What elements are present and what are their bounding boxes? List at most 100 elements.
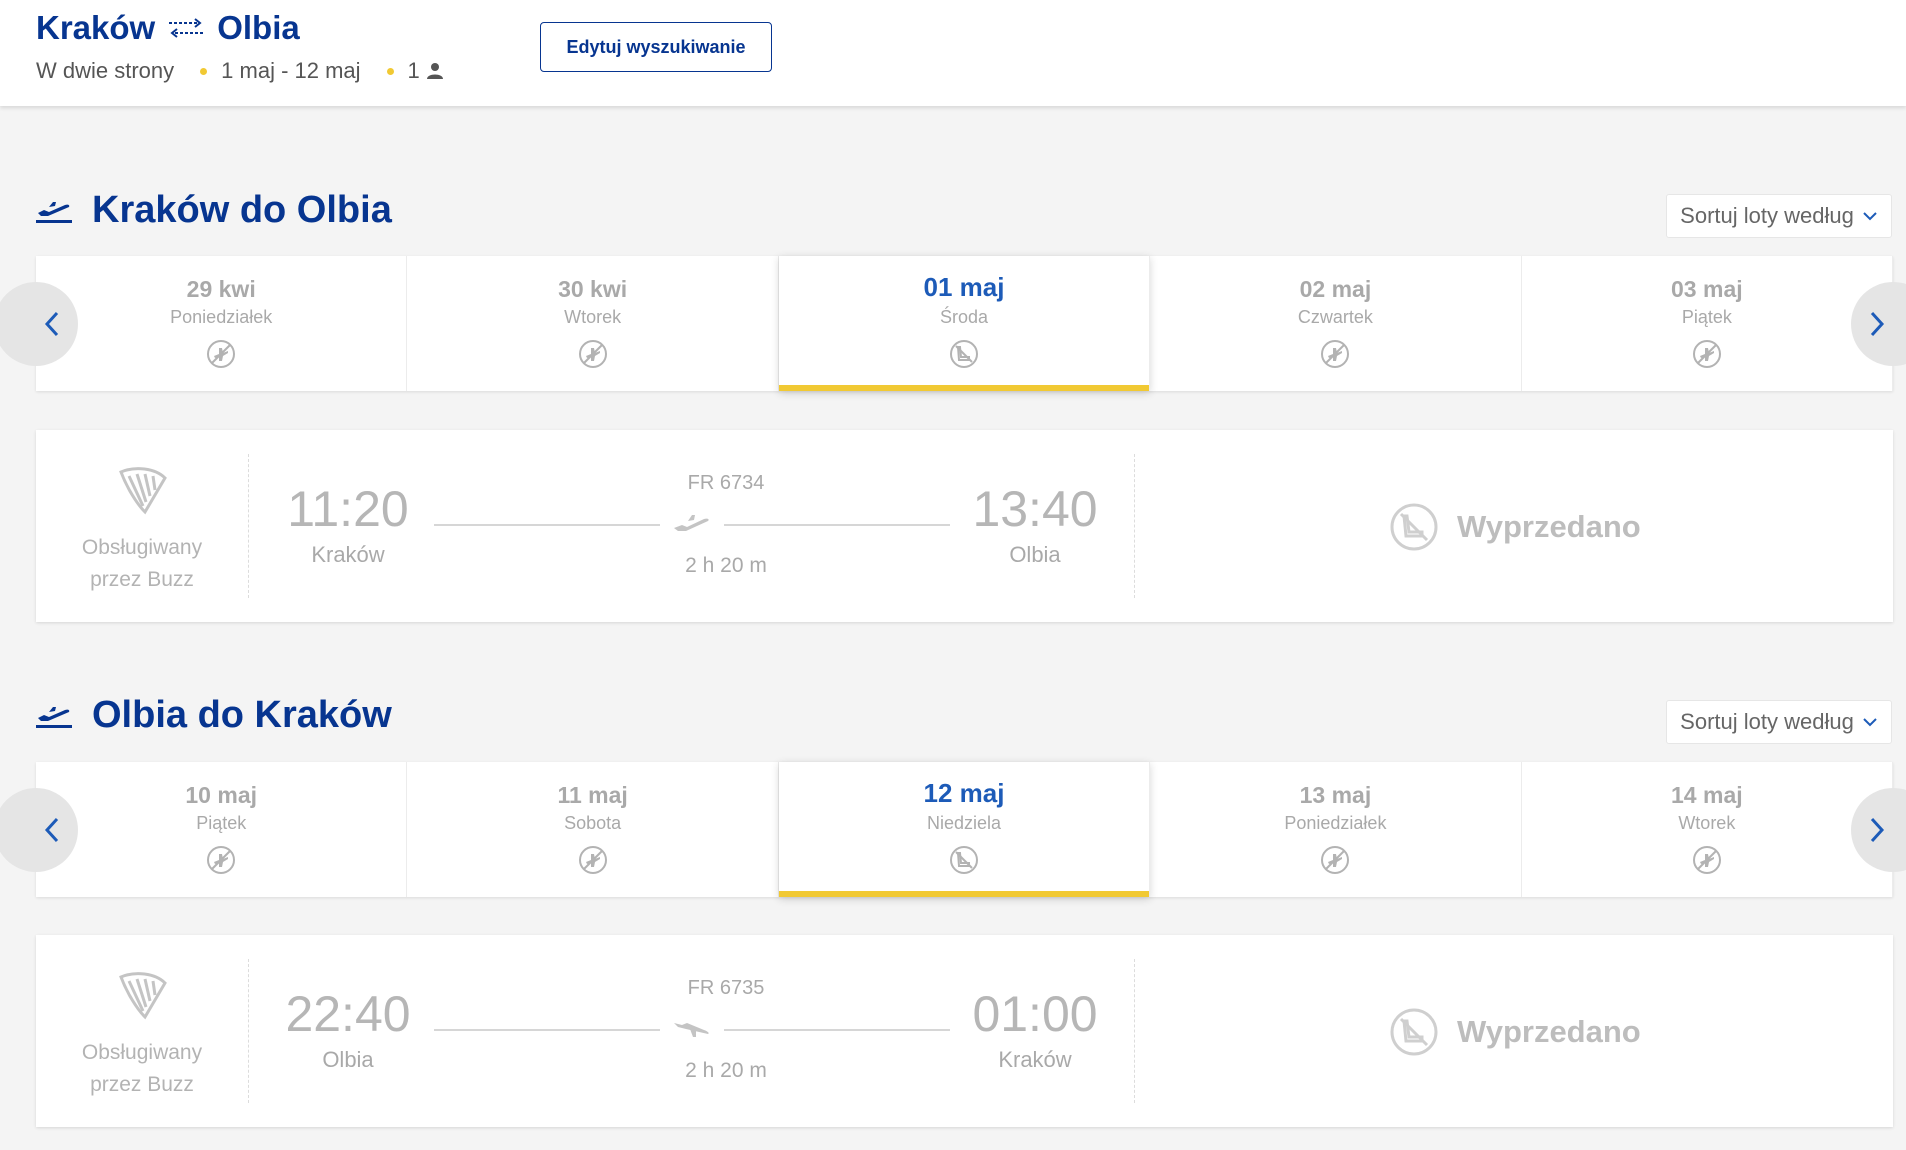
weekday-label: Niedziela [926, 813, 1002, 833]
route-line [434, 1029, 660, 1031]
arrival-time: 13:40 [972, 481, 1098, 537]
date-tab[interactable]: 02 maj Czwartek [1150, 256, 1522, 391]
sold-out-label: Wyprzedano [1457, 509, 1641, 544]
trip-type: W dwie strony [36, 58, 175, 83]
sold-out-status: Wyprzedano [1389, 502, 1641, 552]
operator-line-2: przez Buzz [90, 1073, 194, 1096]
date-label: 11 maj [557, 782, 628, 808]
ryanair-harp-logo [36, 969, 248, 1031]
inbound-sort-button[interactable]: Sortuj loty według [1666, 700, 1892, 744]
no-flights-icon [1319, 338, 1351, 370]
flight-number: FR 6734 [687, 472, 765, 494]
separator-dot [200, 67, 208, 75]
route-line [434, 524, 660, 526]
weekday-label: Sobota [564, 813, 622, 833]
no-flights-icon [205, 844, 237, 876]
departure-city: Kraków [311, 542, 385, 567]
route-line [724, 1029, 950, 1031]
sold-out-status: Wyprzedano [1389, 1007, 1641, 1057]
weekday-label: Środa [939, 307, 989, 327]
weekday-label: Piątek [196, 813, 247, 833]
edit-search-button[interactable]: Edytuj wyszukiwanie [540, 22, 772, 72]
divider [1134, 959, 1135, 1103]
no-flights-icon [577, 338, 609, 370]
sort-label: Sortuj loty według [1680, 203, 1854, 228]
weekday-label: Poniedziałek [170, 307, 273, 327]
destination-city: Olbia [217, 9, 300, 46]
weekday-label: Wtorek [1678, 813, 1736, 833]
trip-meta: W dwie strony 1 maj - 12 maj 1 [36, 56, 444, 86]
weekday-label: Poniedziałek [1284, 813, 1387, 833]
operator-line-2: przez Buzz [90, 568, 194, 591]
separator-dot [386, 67, 394, 75]
sold-out-seat-icon [948, 844, 980, 876]
departure-city: Olbia [322, 1047, 374, 1072]
flight-duration: 2 h 20 m [685, 1059, 767, 1082]
sold-out-seat-icon [948, 338, 980, 370]
operator-info: Obsługiwany przez Buzz [36, 430, 248, 622]
flight-number: FR 6735 [687, 977, 765, 999]
arrival-time: 01:00 [972, 986, 1098, 1042]
inbound-flight-card: Obsługiwany przez Buzz 22:40 Olbia FR 67… [36, 935, 1893, 1127]
date-tab[interactable]: 30 kwi Wtorek [407, 256, 779, 391]
plane-icon [672, 510, 712, 536]
route-title: Kraków Olbia [36, 6, 300, 50]
arrival-city: Olbia [1009, 542, 1061, 567]
outbound-section-title: Kraków do Olbia [36, 182, 392, 238]
flight-duration: 2 h 20 m [685, 554, 767, 577]
operator-line-1: Obsługiwany [81, 536, 203, 559]
inbound-date-carousel: 10 maj Piątek 11 maj Sobota 12 maj Niedz… [0, 762, 1906, 897]
inbound-section-title: Olbia do Kraków [36, 687, 392, 743]
date-label: 14 maj [1671, 782, 1743, 808]
passenger-count: 1 [407, 58, 420, 83]
date-label: 12 maj [923, 778, 1005, 808]
selected-date-indicator [778, 891, 1150, 897]
no-flights-icon [1691, 844, 1723, 876]
plane-takeoff-icon [36, 701, 72, 729]
search-summary-header: Kraków Olbia W dwie strony 1 maj - 12 ma… [0, 0, 1906, 106]
no-flights-icon [577, 844, 609, 876]
operator-info: Obsługiwany przez Buzz [36, 935, 248, 1127]
no-flights-icon [205, 338, 237, 370]
no-flights-icon [1691, 338, 1723, 370]
person-icon [426, 62, 444, 80]
outbound-date-carousel: 29 kwi Poniedziałek 30 kwi Wtorek 01 maj… [0, 256, 1906, 391]
outbound-title: Kraków do Olbia [92, 188, 392, 231]
arrival-city: Kraków [998, 1047, 1072, 1072]
date-tab[interactable]: 14 maj Wtorek [1522, 762, 1894, 897]
ryanair-harp-logo [36, 464, 248, 526]
weekday-label: Czwartek [1297, 307, 1373, 327]
no-flights-icon [1319, 844, 1351, 876]
weekday-label: Wtorek [564, 307, 622, 327]
date-label: 29 kwi [186, 276, 256, 302]
plane-takeoff-icon [36, 196, 72, 224]
date-range: 1 maj - 12 maj [221, 58, 361, 83]
departure-time: 22:40 [285, 986, 411, 1042]
sort-label: Sortuj loty według [1680, 709, 1854, 734]
chevron-down-icon [1862, 211, 1878, 221]
date-label: 10 maj [185, 782, 257, 808]
date-tab[interactable]: 10 maj Piątek [36, 762, 408, 897]
sold-out-seat-icon [1389, 502, 1439, 552]
sold-out-seat-icon [1389, 1007, 1439, 1057]
date-tab[interactable]: 11 maj Sobota [407, 762, 779, 897]
date-label: 03 maj [1671, 276, 1743, 302]
route-line [724, 524, 950, 526]
weekday-label: Piątek [1681, 307, 1732, 327]
date-tab[interactable]: 13 maj Poniedziałek [1150, 762, 1522, 897]
date-label: 13 maj [1299, 782, 1372, 808]
date-tab-selected[interactable]: 12 maj Niedziela [778, 762, 1151, 897]
inbound-title: Olbia do Kraków [92, 693, 392, 736]
date-label: 02 maj [1299, 276, 1372, 302]
origin-city: Kraków [36, 9, 156, 46]
outbound-sort-button[interactable]: Sortuj loty według [1666, 194, 1892, 238]
date-tab-selected[interactable]: 01 maj Środa [778, 256, 1151, 391]
departure-time: 11:20 [287, 481, 409, 537]
chevron-down-icon [1862, 717, 1878, 727]
divider [248, 454, 249, 598]
divider [1134, 454, 1135, 598]
date-tab[interactable]: 29 kwi Poniedziałek [36, 256, 408, 391]
date-label: 30 kwi [558, 276, 628, 302]
date-tab[interactable]: 03 maj Piątek [1522, 256, 1894, 391]
outbound-flight-card: Obsługiwany przez Buzz 11:20 Kraków FR 6… [36, 430, 1893, 622]
